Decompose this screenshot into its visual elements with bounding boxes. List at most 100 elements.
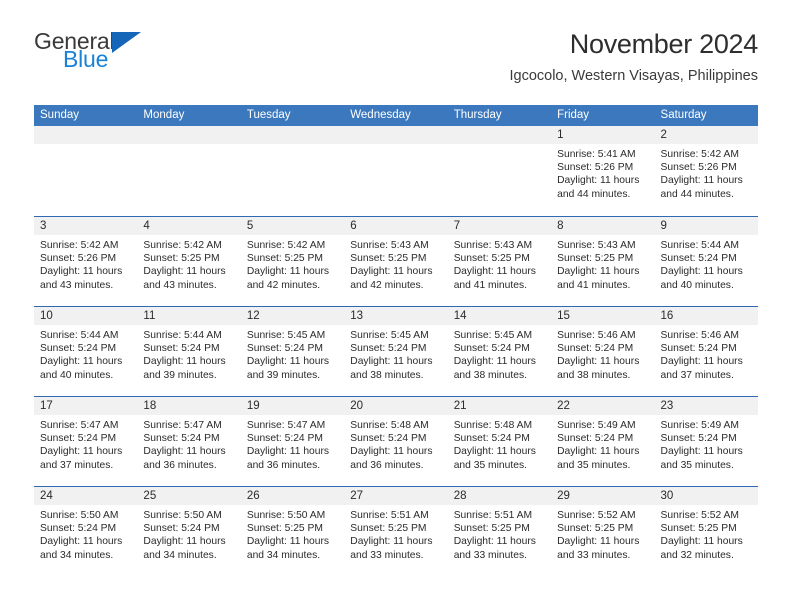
day-number: 6: [350, 220, 357, 232]
calendar-day-cell[interactable]: 25 Sunrise: 5:50 AM Sunset: 5:24 PM Dayligh…: [137, 487, 241, 576]
calendar-week-row: 17 Sunrise: 5:47 AM Sunset: 5:24 PM Dayligh…: [34, 396, 758, 486]
day-number-band: [137, 126, 241, 144]
sunrise-text: Sunrise: 5:42 AM: [246, 240, 326, 251]
weekday-header-monday: Monday: [143, 109, 185, 121]
sunset-text: Sunset: 5:25 PM: [350, 253, 427, 265]
daylight-text: Daylight: 11 hours and 36 minutes.: [246, 446, 330, 471]
calendar-cell-empty: [344, 126, 448, 216]
calendar-day-cell[interactable]: 7 Sunrise: 5:43 AM Sunset: 5:25 PM Daylight…: [447, 217, 552, 306]
calendar-day-cell[interactable]: 4 Sunrise: 5:42 AM Sunset: 5:25 PM Daylight…: [137, 217, 241, 306]
sunset-text: Sunset: 5:24 PM: [246, 433, 323, 445]
calendar-day-cell[interactable]: 16 Sunrise: 5:46 AM Sunset: 5:24 PM Dayligh…: [654, 307, 758, 396]
calendar-day-cell[interactable]: 30 Sunrise: 5:52 AM Sunset: 5:25 PM Dayligh…: [654, 487, 758, 576]
day-number-band: 30: [654, 487, 758, 505]
calendar-day-cell[interactable]: 10 Sunrise: 5:44 AM Sunset: 5:24 PM Dayligh…: [34, 307, 138, 396]
sunset-text: Sunset: 5:25 PM: [246, 253, 323, 265]
calendar-day-cell[interactable]: 11 Sunrise: 5:44 AM Sunset: 5:24 PM Dayligh…: [137, 307, 241, 396]
sunset-text: Sunset: 5:24 PM: [453, 433, 530, 445]
day-number: 16: [660, 310, 674, 322]
day-details: Sunrise: 5:43 AM Sunset: 5:25 PM Daylight:…: [448, 235, 551, 292]
sunrise-text: Sunrise: 5:44 AM: [40, 330, 119, 341]
calendar-day-cell[interactable]: 15 Sunrise: 5:46 AM Sunset: 5:24 PM Dayligh…: [551, 307, 655, 396]
daylight-text: Daylight: 11 hours and 43 minutes.: [143, 266, 226, 291]
day-number: 20: [350, 400, 364, 412]
sunset-text: Sunset: 5:24 PM: [350, 433, 427, 445]
calendar-day-cell[interactable]: 3 Sunrise: 5:42 AM Sunset: 5:26 PM Daylight…: [34, 217, 138, 306]
day-number-band: [34, 126, 138, 144]
calendar-day-cell[interactable]: 18 Sunrise: 5:47 AM Sunset: 5:24 PM Dayligh…: [137, 397, 241, 486]
day-details: Sunrise: 5:50 AM Sunset: 5:24 PM Daylight:…: [137, 505, 240, 562]
sunrise-text: Sunrise: 5:51 AM: [453, 510, 533, 521]
day-details: Sunrise: 5:45 AM Sunset: 5:24 PM Daylight:…: [241, 325, 344, 382]
sunset-text: Sunset: 5:24 PM: [143, 343, 220, 355]
calendar-day-cell[interactable]: 27 Sunrise: 5:51 AM Sunset: 5:25 PM Dayligh…: [344, 487, 448, 576]
sunset-text: Sunset: 5:24 PM: [350, 343, 427, 355]
day-number-band: 20: [344, 397, 448, 415]
day-number-band: 5: [240, 217, 345, 235]
sunrise-text: Sunrise: 5:43 AM: [350, 240, 429, 251]
calendar-day-cell[interactable]: 21 Sunrise: 5:48 AM Sunset: 5:24 PM Dayligh…: [447, 397, 552, 486]
day-details: Sunrise: 5:45 AM Sunset: 5:24 PM Daylight:…: [344, 325, 447, 382]
calendar-day-cell[interactable]: 6 Sunrise: 5:43 AM Sunset: 5:25 PM Daylight…: [344, 217, 448, 306]
daylight-text: Daylight: 11 hours and 34 minutes.: [143, 536, 226, 561]
calendar-day-cell[interactable]: 12 Sunrise: 5:45 AM Sunset: 5:24 PM Dayligh…: [240, 307, 345, 396]
sunrise-text: Sunrise: 5:48 AM: [350, 420, 429, 431]
calendar-day-cell[interactable]: 19 Sunrise: 5:47 AM Sunset: 5:24 PM Dayligh…: [240, 397, 345, 486]
day-number-band: [447, 126, 552, 144]
sunset-text: Sunset: 5:24 PM: [40, 343, 117, 355]
calendar-grid: Sunday Monday Tuesday Wednesday Thursday…: [34, 105, 758, 576]
day-number-band: 21: [447, 397, 552, 415]
day-number-band: 8: [551, 217, 655, 235]
calendar-day-cell[interactable]: 24 Sunrise: 5:50 AM Sunset: 5:24 PM Dayligh…: [34, 487, 138, 576]
sunrise-text: Sunrise: 5:41 AM: [557, 149, 636, 160]
sunset-text: Sunset: 5:25 PM: [557, 253, 634, 265]
sunrise-text: Sunrise: 5:46 AM: [660, 330, 739, 341]
day-details: Sunrise: 5:42 AM Sunset: 5:25 PM Daylight:…: [241, 235, 344, 292]
calendar-page: General Blue November 2024 Igcocolo, Wes…: [0, 0, 792, 612]
day-details: Sunrise: 5:42 AM Sunset: 5:26 PM Daylight:…: [34, 235, 137, 292]
sunrise-text: Sunrise: 5:49 AM: [557, 420, 636, 431]
day-number: 3: [40, 220, 47, 232]
day-number: 7: [453, 220, 461, 232]
calendar-day-cell[interactable]: 8 Sunrise: 5:43 AM Sunset: 5:25 PM Daylight…: [551, 217, 655, 306]
calendar-day-cell[interactable]: 26 Sunrise: 5:50 AM Sunset: 5:25 PM Dayligh…: [240, 487, 345, 576]
calendar-week-row: 10 Sunrise: 5:44 AM Sunset: 5:24 PM Dayligh…: [34, 306, 758, 396]
calendar-day-cell[interactable]: 2 Sunrise: 5:42 AM Sunset: 5:26 PM Daylight…: [654, 126, 758, 216]
sunset-text: Sunset: 5:25 PM: [453, 523, 530, 535]
day-details: Sunrise: 5:48 AM Sunset: 5:24 PM Daylight:…: [344, 415, 447, 472]
calendar-day-cell[interactable]: 13 Sunrise: 5:45 AM Sunset: 5:24 PM Dayligh…: [344, 307, 448, 396]
calendar-day-cell[interactable]: 20 Sunrise: 5:48 AM Sunset: 5:24 PM Dayligh…: [344, 397, 448, 486]
day-number-band: 11: [137, 307, 241, 325]
day-number-band: 6: [344, 217, 448, 235]
day-number-band: [344, 126, 448, 144]
weekday-header-saturday: Saturday: [660, 109, 707, 121]
daylight-text: Daylight: 11 hours and 36 minutes.: [350, 446, 433, 471]
calendar-day-cell[interactable]: 9 Sunrise: 5:44 AM Sunset: 5:24 PM Daylight…: [654, 217, 758, 306]
day-number: 2: [660, 129, 667, 141]
daylight-text: Daylight: 11 hours and 37 minutes.: [40, 446, 123, 471]
daylight-text: Daylight: 11 hours and 42 minutes.: [246, 266, 330, 291]
day-number: 26: [246, 490, 260, 502]
sunset-text: Sunset: 5:24 PM: [557, 433, 634, 445]
sunrise-text: Sunrise: 5:48 AM: [453, 420, 533, 431]
logo-text-blue: Blue: [63, 46, 109, 72]
day-number-band: 15: [551, 307, 655, 325]
calendar-day-cell[interactable]: 28 Sunrise: 5:51 AM Sunset: 5:25 PM Dayligh…: [447, 487, 552, 576]
page-title: November 2024: [569, 29, 759, 59]
daylight-text: Daylight: 11 hours and 41 minutes.: [453, 266, 536, 291]
day-number: 19: [246, 400, 260, 412]
calendar-day-cell[interactable]: 23 Sunrise: 5:49 AM Sunset: 5:24 PM Dayligh…: [654, 397, 758, 486]
generalblue-logo[interactable]: General Blue: [34, 30, 224, 78]
day-number: 1: [557, 129, 564, 141]
calendar-day-cell[interactable]: 14 Sunrise: 5:45 AM Sunset: 5:24 PM Dayligh…: [447, 307, 552, 396]
sunrise-text: Sunrise: 5:45 AM: [453, 330, 533, 341]
sunset-text: Sunset: 5:25 PM: [246, 523, 323, 535]
day-number: 27: [350, 490, 364, 502]
triangle-icon: [112, 32, 142, 53]
calendar-day-cell[interactable]: 5 Sunrise: 5:42 AM Sunset: 5:25 PM Daylight…: [240, 217, 345, 306]
calendar-day-cell[interactable]: 1 Sunrise: 5:41 AM Sunset: 5:26 PM Daylight…: [551, 126, 655, 216]
day-details: Sunrise: 5:49 AM Sunset: 5:24 PM Daylight:…: [551, 415, 654, 472]
calendar-day-cell[interactable]: 22 Sunrise: 5:49 AM Sunset: 5:24 PM Dayligh…: [551, 397, 655, 486]
calendar-day-cell[interactable]: 17 Sunrise: 5:47 AM Sunset: 5:24 PM Dayligh…: [34, 397, 138, 486]
calendar-day-cell[interactable]: 29 Sunrise: 5:52 AM Sunset: 5:25 PM Dayligh…: [551, 487, 655, 576]
